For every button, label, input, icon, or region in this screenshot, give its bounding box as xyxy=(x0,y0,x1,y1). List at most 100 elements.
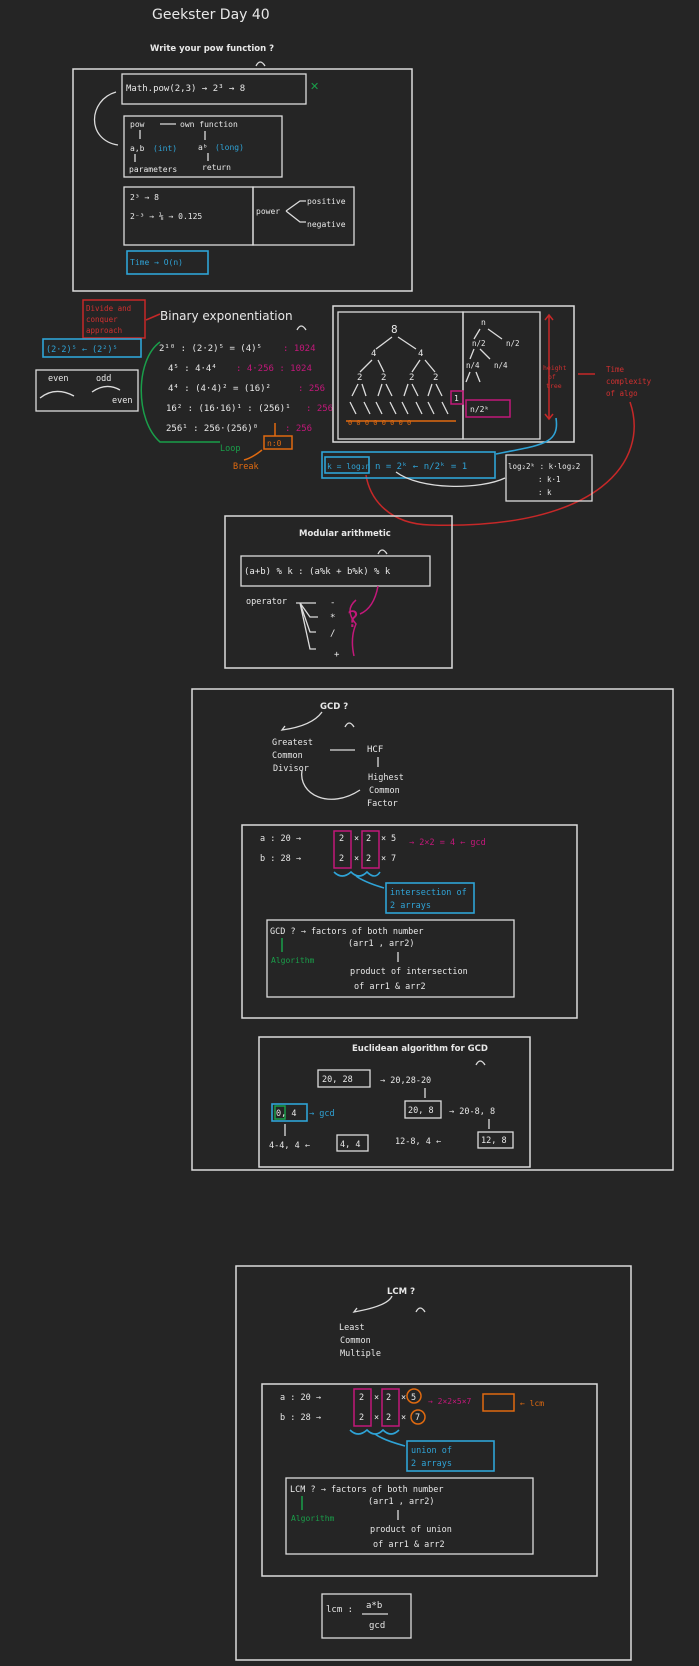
gcd-b-row: b : 28 → xyxy=(260,854,301,864)
even-odd-arrows xyxy=(39,385,121,399)
tree-one: 1 xyxy=(454,394,459,403)
lcm-product-2: of arr1 & arr2 xyxy=(373,1540,445,1550)
divide-conquer-line-2: conquer xyxy=(86,315,118,324)
gcd-arr: (arr1 , arr2) xyxy=(348,939,415,949)
binary-title: Binary exponentiation xyxy=(160,309,293,323)
gcd-a-f1: 2 xyxy=(339,834,344,844)
gcd-b-f4: × xyxy=(381,854,386,864)
lcm-b-f4: × xyxy=(401,1413,406,1423)
hcf-label: HCF xyxy=(367,745,383,755)
gen-n4-b: n/4 xyxy=(494,361,508,370)
lcm-b-f5: 7 xyxy=(415,1413,420,1423)
euclid-step-2: 20, 8 xyxy=(408,1106,434,1116)
general-tree-box xyxy=(462,311,541,440)
gcd-a-f5: 5 xyxy=(391,834,396,844)
intersection-line-2: 2 arrays xyxy=(390,901,431,911)
gen-n2-a: n/2 xyxy=(472,339,486,348)
height-line-2: of xyxy=(548,373,556,381)
odd-label: odd xyxy=(96,374,111,384)
binary-line-2-left: 4⁵ : 4·4⁴ xyxy=(168,364,217,374)
break-label: Break xyxy=(233,462,259,472)
long-tag: (long) xyxy=(215,143,244,152)
own-function-label: own function xyxy=(180,120,238,129)
gcd-b-f3: 2 xyxy=(366,854,371,864)
gcd-b-f1: 2 xyxy=(339,854,344,864)
gcd-frame xyxy=(191,688,674,1171)
lcm-word-1: Least xyxy=(339,1323,365,1333)
lcm-algorithm-label: Algorithm xyxy=(291,1514,335,1523)
pow-frame xyxy=(72,68,413,292)
gcd-a-f4: × xyxy=(381,834,386,844)
gen-n2k: n/2ᵏ xyxy=(470,405,489,414)
gen-n4-a: n/4 xyxy=(466,361,480,370)
lcm-a-row: a : 20 → xyxy=(280,1393,321,1403)
lcm-formula-num: a*b xyxy=(366,1601,382,1611)
tree-l2-c: 2 xyxy=(409,373,414,383)
even2-label: even xyxy=(112,396,132,406)
gcd-a-f3: 2 xyxy=(366,834,371,844)
lcm-b-f2: × xyxy=(374,1413,379,1423)
lcm-formula-left: lcm : xyxy=(326,1605,353,1615)
blue-brace xyxy=(333,870,385,889)
binary-line-5-left: 256¹ : 256·(256)⁰ xyxy=(166,424,258,434)
euclid-step-3: 12, 8 xyxy=(481,1136,507,1146)
binary-line-3-left: 4⁴ : (4·4)² = (16)² xyxy=(168,384,271,394)
k-equation: k = log₂n xyxy=(327,462,371,471)
page-title: Geekster Day 40 xyxy=(152,7,270,23)
gcd-question: GCD ? → factors of both number xyxy=(270,927,424,937)
question-hook-icon xyxy=(475,1060,486,1066)
whiteboard-canvas: Geekster Day 40 Write your pow function … xyxy=(35,7,674,1661)
union-line-1: union of xyxy=(411,1446,452,1456)
gcd-word-2: Common xyxy=(272,751,303,761)
time-complexity-2: complexity xyxy=(606,377,652,386)
height-line-1: height xyxy=(543,364,567,372)
gcd-word-1: Greatest xyxy=(272,738,313,748)
euclid-result: 0, 4 xyxy=(276,1109,296,1119)
arrow xyxy=(352,1295,393,1313)
lcm-question: LCM ? → factors of both number xyxy=(290,1485,444,1495)
lcm-a-f5: 5 xyxy=(411,1393,416,1403)
lcm-result: → 2×2×5×7 xyxy=(428,1397,472,1406)
tree-l2-b: 2 xyxy=(381,373,386,383)
power-label: power xyxy=(256,207,280,216)
lcm-word-2: Common xyxy=(340,1336,371,1346)
log-line-2: : k·1 xyxy=(538,475,561,484)
lcm-formula-den: gcd xyxy=(369,1621,385,1631)
binary-line-4-right: : 256 xyxy=(306,404,333,414)
hcf-word-3: Factor xyxy=(367,799,398,809)
divide-conquer-line-1: Divide and xyxy=(86,304,131,313)
binary-line-5-right: : 256 xyxy=(285,424,312,434)
magenta-bracket xyxy=(349,585,379,657)
gcd-product-2: of arr1 & arr2 xyxy=(354,982,426,992)
red-arrow xyxy=(145,313,161,321)
gcd-a-f2: × xyxy=(354,834,359,844)
gcd-algorithm-label: Algorithm xyxy=(271,956,315,965)
curve-arrow xyxy=(301,769,361,800)
modular-formula: (a+b) % k : (a%k + b%k) % k xyxy=(244,567,391,577)
tree-l1-b: 4 xyxy=(418,349,423,359)
arrow xyxy=(280,711,323,731)
union-line-2: 2 arrays xyxy=(411,1459,452,1469)
question-hook-icon xyxy=(344,722,355,728)
gen-n2-b: n/2 xyxy=(506,339,520,348)
lcm-b-row: b : 28 → xyxy=(280,1413,321,1423)
log-line-1: log₂2ᵏ : k·log₂2 xyxy=(508,462,580,471)
time-complexity-3: of algo xyxy=(606,389,638,398)
ab-label: a,b xyxy=(130,144,145,153)
gen-n: n xyxy=(481,318,486,327)
intersection-line-1: intersection of xyxy=(390,888,467,898)
euclid-step-4-left: 4-4, 4 ← xyxy=(269,1141,310,1151)
lcm-a-f2: × xyxy=(374,1393,379,1403)
op-divide: / xyxy=(330,629,335,639)
n0-label: n:0 xyxy=(267,439,282,448)
question-hook-icon xyxy=(296,325,307,331)
time-complexity-1: Time xyxy=(606,365,625,374)
time-label: Time → O(n) xyxy=(130,258,183,267)
parameters-label: parameters xyxy=(129,165,177,174)
binary-line-3-right: : 256 xyxy=(298,384,325,394)
gcd-b-f5: 7 xyxy=(391,854,396,864)
lcm-word-3: Multiple xyxy=(340,1349,381,1359)
pow-question: Write your pow function ? xyxy=(150,44,274,54)
binary-line-4-left: 16² : (16·16)¹ : (256)¹ xyxy=(166,404,291,414)
cross-icon: ✕ xyxy=(310,80,319,93)
